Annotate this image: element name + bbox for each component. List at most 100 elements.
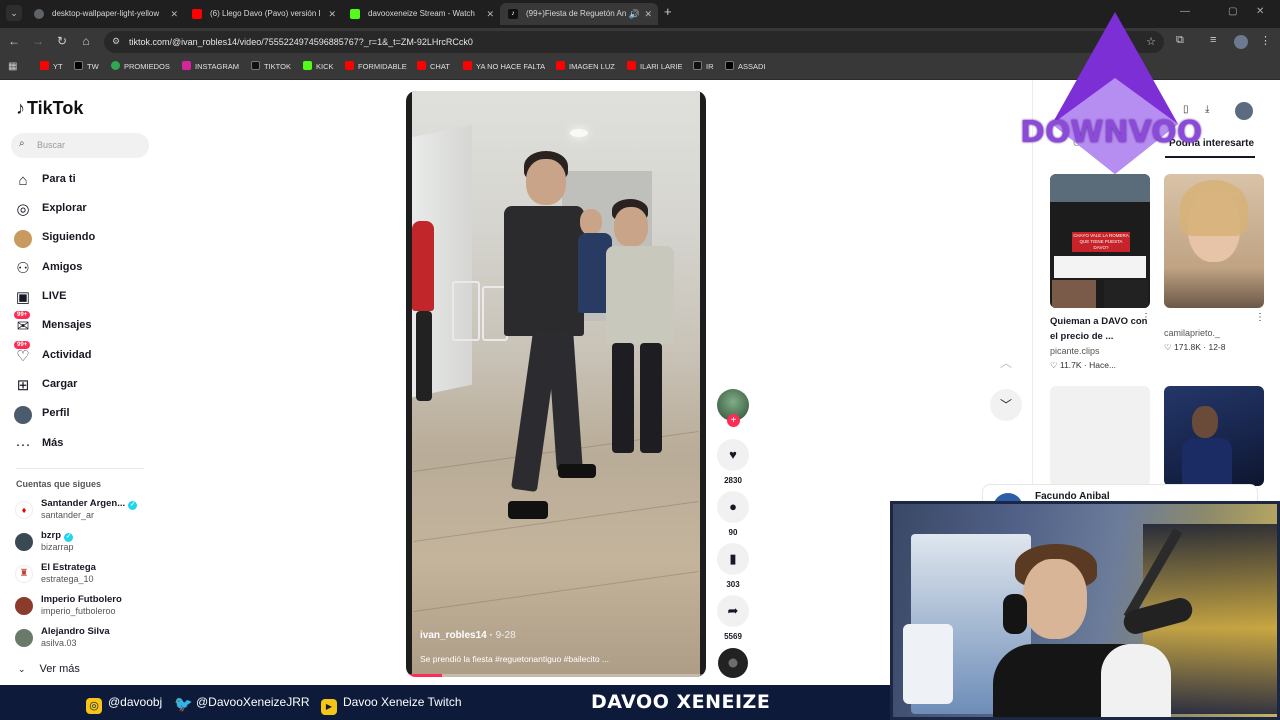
address-bar[interactable]: ⚙ tiktok.com/@ivan_robles14/video/755522… [104, 31, 1164, 53]
see-more-button[interactable]: ⌄ Ver más [18, 663, 80, 675]
bookmark[interactable]: TIKTOK [251, 56, 291, 78]
reload-icon[interactable]: ↻ [54, 34, 70, 48]
account-name: Santander Argen... ✓ [41, 498, 138, 510]
new-tab-button[interactable]: + [664, 4, 672, 19]
url-text[interactable]: tiktok.com/@ivan_robles14/video/75552249… [129, 31, 473, 53]
search-input[interactable]: ⌕ Buscar [11, 133, 149, 158]
home-icon: ⌂ [18, 172, 28, 189]
close-tab-icon[interactable]: ✕ [328, 3, 336, 25]
close-window-icon[interactable]: ✕ [1256, 6, 1264, 17]
nav-item-mas[interactable]: ··· Más [14, 434, 154, 456]
suggested-video-author[interactable]: picante.clips [1050, 346, 1100, 356]
suggested-video-author[interactable]: camilaprieto._ [1164, 328, 1220, 338]
ceiling-lamp [570, 129, 588, 137]
followed-account[interactable]: Imperio Futbolero imperio_futboleroo [15, 594, 155, 620]
back-icon[interactable]: ← [6, 34, 22, 48]
like-button[interactable]: ♥ 2830 [716, 439, 750, 485]
floor-tile-line [413, 500, 699, 543]
nav-item-mensajes[interactable]: ✉ 99+ Mensajes [14, 311, 154, 338]
streamer-webcam [890, 501, 1280, 720]
video-progress-bar[interactable] [406, 674, 706, 677]
bookmark[interactable]: CHAT [417, 56, 450, 78]
live-icon: ▣ [15, 289, 31, 306]
browser-tab-active[interactable]: ♪ (99+)Fiesta de Reguetón An 🔊 ✕ [500, 3, 658, 25]
share-button[interactable]: ➦ 5569 [716, 595, 750, 641]
suggested-video-thumbnail[interactable] [1164, 386, 1264, 486]
video-player[interactable]: ivan_robles14 · 9-28 Se prendió la fiest… [406, 91, 706, 677]
follow-plus-icon[interactable]: + [727, 414, 740, 427]
nav-item-cargar[interactable]: ⊞ Cargar [14, 375, 154, 397]
video-person [412, 221, 434, 311]
nav-item-explorar[interactable]: ◎ Explorar [14, 199, 154, 221]
next-video-button[interactable]: ﹀ [990, 389, 1022, 421]
webcam-headset [1003, 594, 1027, 634]
user-avatar[interactable] [1235, 102, 1253, 120]
bookmark[interactable]: PROMIEDOS [111, 56, 170, 78]
comment-button[interactable]: ● 90 [716, 491, 750, 537]
thumb-face [1192, 406, 1218, 438]
profile-avatar-icon[interactable] [1234, 35, 1248, 49]
tiktok-note-icon: ♪ [16, 98, 25, 118]
home-icon[interactable]: ⌂ [78, 34, 94, 48]
bookmark[interactable]: IMAGEN LUZ [556, 56, 615, 78]
account-name: Alejandro Silva [41, 626, 110, 637]
bookmark[interactable]: YT [40, 56, 63, 78]
video-caption[interactable]: Se prendió la fiesta #reguetonantiguo #b… [420, 654, 609, 664]
close-tab-icon[interactable]: ✕ [170, 3, 178, 25]
followed-account[interactable]: ♜ El Estratega estratega_10 [15, 562, 155, 588]
bookmark[interactable]: ILARI LARIE [627, 56, 683, 78]
bookmark[interactable]: FORMIDABLE [345, 56, 407, 78]
suggested-video-thumbnail[interactable] [1050, 386, 1150, 486]
chevron-down-icon: ⌄ [18, 664, 26, 674]
nav-item-perfil[interactable]: Perfil [14, 404, 154, 426]
bookmark[interactable]: INSTAGRAM [182, 56, 239, 78]
close-tab-icon[interactable]: ✕ [644, 3, 652, 25]
like-count: 2830 [724, 476, 742, 485]
bookmark-label: ILARI LARIE [640, 62, 683, 71]
followed-account[interactable]: bzrp ✓ bizarrap [15, 530, 155, 556]
video-person [640, 343, 662, 453]
suggested-video-thumbnail[interactable] [1164, 174, 1264, 308]
bookmark[interactable]: YA NO HACE FALTA [463, 56, 545, 78]
nav-item-siguiendo[interactable]: Siguiendo [14, 228, 154, 250]
apps-grid-icon[interactable]: ▦ [8, 61, 17, 72]
bookmark[interactable]: TW [74, 56, 99, 78]
nav-item-para-ti[interactable]: ⌂ Para ti [14, 170, 154, 192]
account-avatar [15, 533, 33, 551]
more-options-icon[interactable]: ⋮ [1255, 312, 1265, 323]
media-icon[interactable]: ≡ [1210, 34, 1216, 46]
forward-icon[interactable]: → [30, 34, 46, 48]
browser-tab[interactable]: desktop-wallpaper-light-yellow ✕ [26, 3, 184, 25]
bookmark[interactable]: IR [693, 56, 714, 78]
tab-search-icon[interactable]: ⌄ [6, 5, 22, 21]
phone-icon[interactable]: ▯ [1183, 104, 1189, 115]
account-username: imperio_futboleroo [41, 606, 116, 616]
nav-item-actividad[interactable]: ♡ 99+ Actividad [14, 341, 154, 368]
minimize-icon[interactable]: — [1180, 6, 1190, 17]
bookmark-button[interactable]: ▮ 303 [716, 543, 750, 589]
suggested-video-title[interactable]: Quieman a DAVO con el precio de ... [1050, 314, 1150, 344]
browser-tab[interactable]: (6) Llego Davo (Pavo) versión D ✕ [184, 3, 342, 25]
close-tab-icon[interactable]: ✕ [486, 3, 494, 25]
browser-tab[interactable]: davooxeneize Stream - Watch ✕ [342, 3, 500, 25]
bookmark[interactable]: ASSADI [725, 56, 766, 78]
followed-account[interactable]: ♦ Santander Argen... ✓ santander_ar [15, 498, 155, 524]
active-tab-indicator [1165, 156, 1255, 158]
speaker-icon[interactable]: 🔊 [629, 3, 640, 25]
tab-title: (6) Llego Davo (Pavo) versión D [210, 9, 320, 18]
nav-item-live[interactable]: ▣ LIVE [14, 287, 154, 309]
music-disc-icon[interactable] [718, 648, 748, 678]
tab-title: (99+)Fiesta de Reguetón An [526, 9, 627, 18]
followed-account[interactable]: Alejandro Silva asilva.03 [15, 626, 155, 652]
maximize-icon[interactable]: ▢ [1228, 6, 1237, 17]
more-options-icon[interactable]: ⋮ [1141, 312, 1151, 323]
video-username[interactable]: ivan_robles14 · 9-28 [420, 630, 516, 641]
site-info-icon[interactable]: ⚙ [112, 36, 120, 47]
suggested-video-thumbnail[interactable]: CHAYO VALE LA ROMERA QUE TIENE PUESTA DA… [1050, 174, 1150, 308]
tiktok-logo[interactable]: ♪ TikTok [16, 98, 83, 119]
previous-video-button[interactable]: ︿ [990, 347, 1022, 379]
bookmark[interactable]: KICK [303, 56, 334, 78]
download-icon[interactable]: ⤓ [1205, 104, 1209, 115]
nav-item-amigos[interactable]: ⚇ Amigos [14, 258, 154, 280]
menu-icon[interactable]: ⋮ [1260, 34, 1271, 47]
